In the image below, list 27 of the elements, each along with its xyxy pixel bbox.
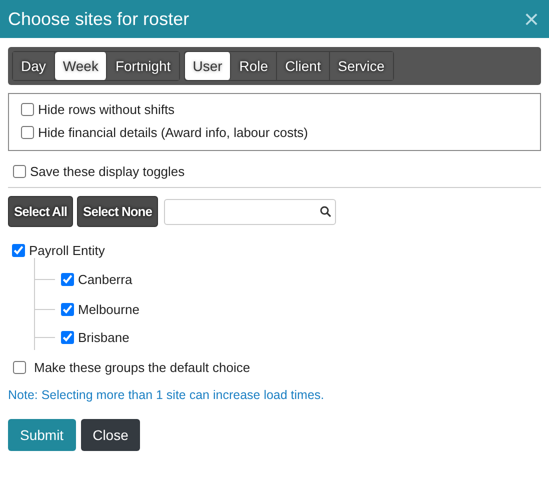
tree-item: Melbourne bbox=[78, 302, 140, 316]
checkbox[interactable] bbox=[21, 126, 34, 139]
search-icon bbox=[320, 206, 331, 217]
checkbox[interactable] bbox=[61, 272, 74, 286]
checkbox-label: Hide rows without shifts bbox=[38, 102, 175, 117]
close-button[interactable]: Close bbox=[80, 419, 140, 451]
checkbox[interactable] bbox=[12, 244, 25, 257]
note-text: Note: Selecting more than 1 site can increase load times. bbox=[8, 388, 326, 402]
submit-button[interactable]: Submit bbox=[8, 419, 76, 451]
checkbox[interactable] bbox=[13, 165, 26, 178]
search-field[interactable] bbox=[164, 198, 336, 224]
dialog-title: Choose sites for roster bbox=[8, 8, 190, 30]
checkbox[interactable] bbox=[21, 103, 34, 116]
tab[interactable]: Day bbox=[13, 52, 55, 80]
tab[interactable]: User bbox=[184, 52, 232, 80]
tab[interactable]: Week bbox=[54, 52, 108, 80]
select-button[interactable]: Select All bbox=[8, 196, 74, 227]
checkbox-label: Hide financial details (Award info, labour costs) bbox=[38, 125, 308, 140]
checkbox-label: Save these display toggles bbox=[30, 164, 185, 179]
checkbox[interactable] bbox=[61, 302, 74, 316]
checkbox[interactable] bbox=[13, 361, 26, 374]
checkbox[interactable] bbox=[61, 330, 74, 344]
select-button[interactable]: Select None bbox=[77, 196, 158, 227]
tree-item: Canberra bbox=[78, 272, 132, 286]
tree-item: Brisbane bbox=[78, 330, 130, 344]
tree-item: Payroll Entity bbox=[29, 243, 105, 258]
checkbox-label: Make these groups the default choice bbox=[34, 360, 250, 375]
